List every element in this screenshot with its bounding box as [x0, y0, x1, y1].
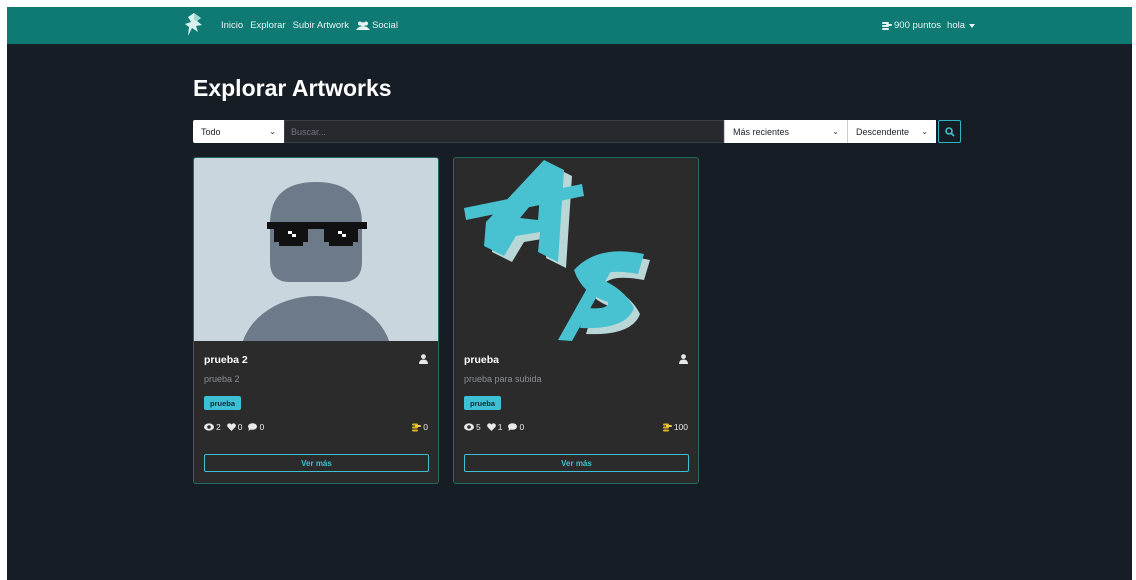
eye-icon [464, 423, 474, 431]
users-icon [356, 21, 371, 30]
app-frame: Inicio Explorar Subir Artwork Social 900… [7, 7, 1132, 580]
artwork-points-value: 100 [673, 422, 688, 432]
logo-icon[interactable] [184, 12, 204, 38]
artwork-thumbnail[interactable] [194, 158, 438, 341]
artwork-card: prueba prueba para subida prueba 5 1 0 1… [453, 157, 699, 484]
artwork-title: prueba 2 [204, 354, 248, 366]
views-stat: 5 [464, 422, 481, 432]
eye-icon [204, 423, 214, 431]
artwork-title: prueba [464, 354, 500, 366]
coins-icon [662, 423, 672, 431]
artwork-description: prueba para subida [464, 374, 542, 384]
category-select-value: Todo [201, 126, 221, 137]
user-menu[interactable]: hola [947, 20, 975, 31]
nav-link-social[interactable]: Social [356, 20, 398, 31]
filter-bar: Todo ⌄ Más recientes ⌄ Descendente ⌄ [193, 120, 961, 143]
nav-link-social-label: Social [372, 20, 398, 31]
views-count: 5 [476, 422, 481, 432]
likes-stat: 0 [226, 422, 243, 432]
user-icon[interactable] [679, 354, 688, 364]
points-display: 900 puntos [882, 20, 941, 31]
order-select-value: Descendente [856, 126, 910, 137]
likes-stat: 1 [486, 422, 503, 432]
likes-count: 0 [237, 422, 243, 432]
nav-links: Inicio Explorar Subir Artwork Social [221, 7, 398, 44]
sort-select-value: Más recientes [733, 126, 790, 137]
nav-link-inicio[interactable]: Inicio [221, 20, 243, 31]
views-count: 2 [216, 422, 221, 432]
heart-icon [226, 423, 236, 431]
view-more-button[interactable]: Ver más [464, 454, 689, 472]
artwork-stats: 5 1 0 [464, 422, 524, 432]
artwork-points: 0 [412, 422, 428, 432]
nav-link-subir-artwork[interactable]: Subir Artwork [293, 20, 350, 31]
likes-count: 1 [497, 422, 503, 432]
artwork-stats: 2 0 0 [204, 422, 264, 432]
chevron-down-icon: ⌄ [832, 127, 839, 136]
artwork-thumbnail[interactable] [454, 158, 698, 341]
search-icon [944, 126, 955, 137]
tag-badge[interactable]: prueba [204, 396, 242, 410]
user-icon[interactable] [419, 354, 428, 364]
tag-badge[interactable]: prueba [464, 396, 502, 410]
comments-count: 0 [519, 422, 525, 432]
views-stat: 2 [204, 422, 221, 432]
comment-icon [508, 423, 518, 431]
artwork-card: prueba 2 prueba 2 prueba 2 0 0 0 Ver más [193, 157, 439, 484]
comments-count: 0 [259, 422, 265, 432]
comments-stat: 0 [508, 422, 524, 432]
category-select[interactable]: Todo ⌄ [193, 120, 284, 143]
nav-link-explorar[interactable]: Explorar [250, 20, 285, 31]
coins-icon [882, 21, 893, 30]
artwork-points-value: 0 [423, 422, 428, 432]
comment-icon [248, 423, 258, 431]
nav-right: 900 puntos hola [882, 7, 975, 44]
page-title: Explorar Artworks [193, 75, 392, 101]
search-button[interactable] [938, 120, 961, 143]
points-label: 900 puntos [894, 20, 942, 31]
comments-stat: 0 [248, 422, 264, 432]
artwork-description: prueba 2 [204, 374, 240, 384]
chevron-down-icon: ⌄ [921, 127, 928, 136]
chevron-down-icon: ⌄ [269, 127, 276, 136]
sort-select[interactable]: Más recientes ⌄ [724, 120, 847, 143]
navbar: Inicio Explorar Subir Artwork Social 900… [7, 7, 1132, 44]
artwork-points: 100 [662, 422, 688, 432]
user-name: hola [947, 20, 965, 31]
view-more-button[interactable]: Ver más [204, 454, 429, 472]
heart-icon [486, 423, 496, 431]
caret-down-icon [969, 23, 975, 28]
order-select[interactable]: Descendente ⌄ [847, 120, 936, 143]
coins-icon [412, 423, 422, 431]
search-input[interactable] [284, 120, 724, 143]
